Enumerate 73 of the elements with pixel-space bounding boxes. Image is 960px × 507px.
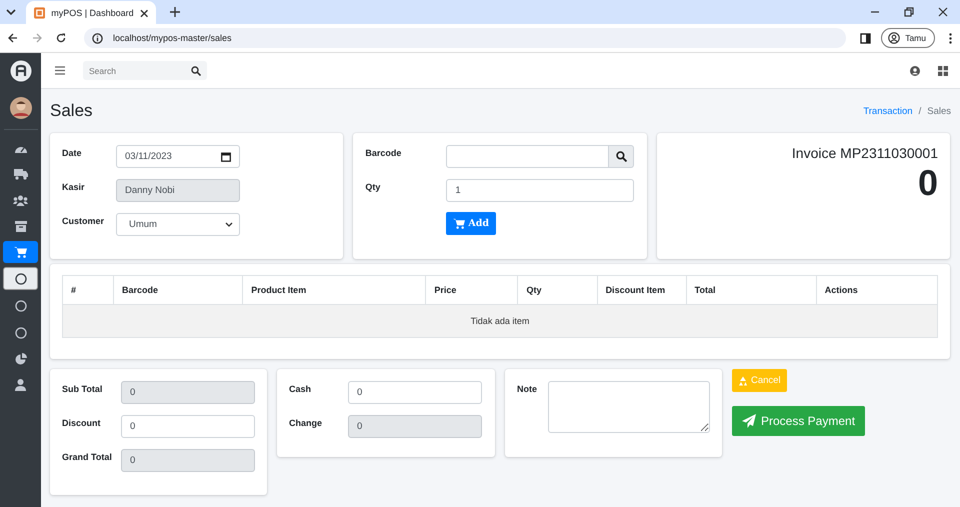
- recycle-icon: [738, 376, 748, 386]
- site-icon: [34, 7, 46, 19]
- close-icon[interactable]: [140, 8, 148, 18]
- truck-icon: [14, 168, 28, 180]
- cart-icon: [14, 246, 27, 258]
- circle-icon: [14, 300, 26, 312]
- input-field[interactable]: 0: [348, 381, 482, 404]
- field-label: Customer: [62, 215, 106, 226]
- pie-chart-icon: [14, 353, 26, 365]
- field-label: Change: [289, 417, 324, 428]
- tab-title: myPOS | Dashboard: [51, 8, 134, 18]
- sidebar-item[interactable]: [3, 241, 38, 263]
- caret-icon: [225, 222, 233, 227]
- cart-icon: [453, 218, 466, 229]
- users-icon: [13, 194, 28, 206]
- field-label: Barcode: [365, 147, 402, 158]
- field-label: Kasir: [62, 181, 86, 192]
- column-header: Actions: [816, 276, 938, 304]
- breadcrumb-current: Sales: [927, 106, 951, 116]
- reload-icon[interactable]: [56, 33, 66, 43]
- avatar-icon: [10, 97, 32, 119]
- column-header: Barcode: [114, 276, 243, 304]
- browser-tab[interactable]: myPOS | Dashboard: [26, 1, 156, 25]
- tab-list-icon[interactable]: [6, 8, 16, 16]
- search-icon: [616, 151, 627, 162]
- add-button[interactable]: Add: [446, 212, 496, 235]
- address-bar[interactable]: localhost/mypos-master/sales: [84, 28, 846, 48]
- more-icon[interactable]: [949, 32, 952, 44]
- empty-message: Tidak ada item: [62, 304, 938, 338]
- field-label: Qty: [365, 181, 382, 192]
- new-tab-icon[interactable]: [170, 7, 180, 17]
- field-label: Discount: [62, 417, 102, 428]
- close-icon[interactable]: [938, 7, 948, 17]
- invoice-number: Invoice MP2311030001: [792, 145, 938, 161]
- sidebar-subitem[interactable]: [3, 267, 38, 290]
- url-text: localhost/mypos-master/sales: [113, 33, 232, 43]
- profile-button[interactable]: Tamu: [881, 28, 935, 48]
- column-header: Total: [686, 276, 816, 304]
- circle-icon: [14, 272, 26, 284]
- search-icon[interactable]: [191, 66, 201, 76]
- user-icon: [15, 379, 26, 391]
- column-header: Product Item: [242, 276, 426, 304]
- field-label: Grand Total: [62, 451, 113, 462]
- page-title: Sales: [50, 101, 93, 121]
- customer-select[interactable]: Umum: [116, 213, 240, 236]
- qty-field[interactable]: 1: [446, 179, 634, 202]
- field-label: Note: [517, 383, 538, 394]
- barcode-field[interactable]: [446, 145, 610, 168]
- column-header: #: [62, 276, 114, 304]
- calendar-icon[interactable]: [221, 152, 231, 162]
- breadcrumb-separator: /: [918, 106, 922, 116]
- note-field[interactable]: [548, 381, 710, 433]
- date-field[interactable]: 03/11/2023: [116, 145, 240, 168]
- grid-icon[interactable]: [938, 66, 948, 76]
- field-label: Sub Total: [62, 383, 104, 394]
- breadcrumb-link[interactable]: Transaction: [863, 106, 913, 116]
- restore-icon[interactable]: [904, 7, 914, 17]
- input-field[interactable]: 0: [121, 415, 255, 438]
- back-icon[interactable]: [8, 33, 18, 43]
- menu-icon[interactable]: [55, 66, 65, 75]
- invoice-total: 0: [918, 161, 938, 204]
- search-field[interactable]: Search: [83, 61, 207, 80]
- archive-icon: [14, 220, 26, 232]
- circle-icon: [14, 326, 26, 338]
- user-icon[interactable]: [910, 66, 920, 76]
- person-icon: [888, 32, 900, 44]
- info-icon: [92, 32, 103, 44]
- field-label: Date: [62, 147, 83, 158]
- send-icon: [742, 414, 756, 428]
- field-label: Cash: [289, 383, 312, 394]
- side-panel-icon[interactable]: [860, 32, 872, 44]
- logo-icon[interactable]: [10, 60, 32, 82]
- search-button[interactable]: [609, 145, 634, 168]
